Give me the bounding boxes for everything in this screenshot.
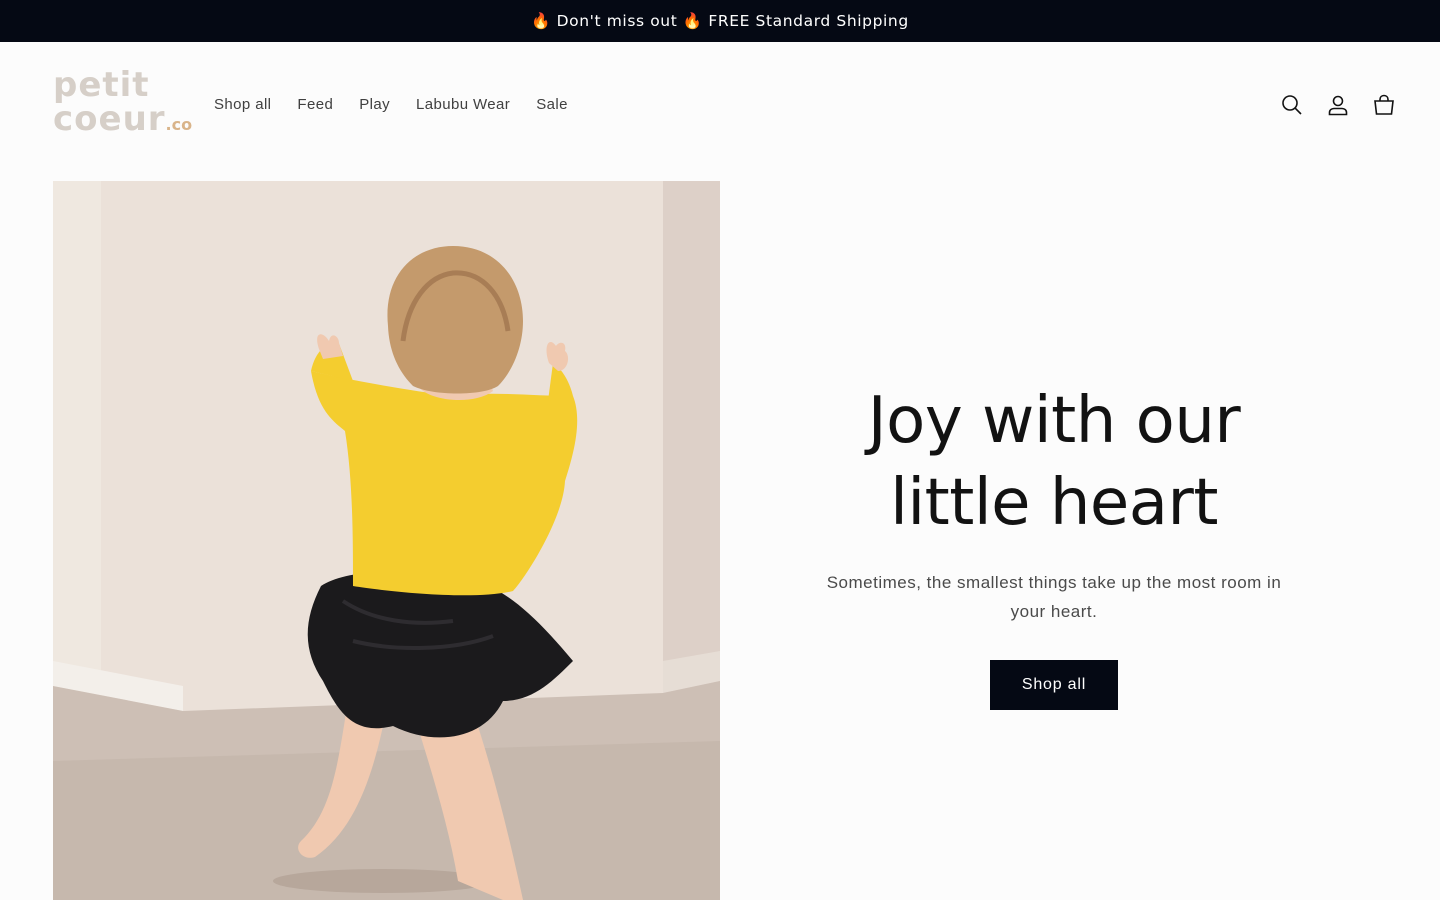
nav-item-shop-all[interactable]: Shop all bbox=[201, 92, 284, 118]
logo-suffix: .co bbox=[165, 115, 193, 134]
search-button[interactable] bbox=[1276, 89, 1308, 121]
hero-text-block: Joy with our little heart Sometimes, the… bbox=[790, 380, 1318, 710]
account-icon bbox=[1328, 95, 1348, 116]
nav-item-labubu-wear[interactable]: Labubu Wear bbox=[403, 92, 523, 118]
hero-photo-illustration bbox=[53, 181, 720, 900]
account-button[interactable] bbox=[1322, 89, 1354, 121]
logo-text-line2: coeur.co bbox=[53, 99, 193, 139]
search-icon bbox=[1282, 95, 1302, 115]
announcement-bar: 🔥 Don't miss out 🔥 FREE Standard Shippin… bbox=[0, 0, 1440, 42]
nav-item-play[interactable]: Play bbox=[346, 92, 403, 118]
header-icons bbox=[1276, 89, 1400, 121]
brand-logo[interactable]: petit coeur.co bbox=[53, 65, 193, 144]
nav-item-sale[interactable]: Sale bbox=[523, 92, 581, 118]
cart-icon bbox=[1374, 94, 1394, 115]
shop-all-button[interactable]: Shop all bbox=[990, 660, 1118, 710]
hero-title-line2: little heart bbox=[890, 466, 1218, 540]
logo-text-line1: petit bbox=[53, 65, 150, 105]
hero-title: Joy with our little heart bbox=[790, 380, 1318, 544]
nav-item-feed[interactable]: Feed bbox=[284, 92, 346, 118]
cart-button[interactable] bbox=[1368, 89, 1400, 121]
hero-image bbox=[53, 181, 720, 900]
site-header: petit coeur.co Shop all Feed Play Labubu… bbox=[0, 42, 1440, 168]
main-nav: Shop all Feed Play Labubu Wear Sale bbox=[201, 92, 581, 118]
hero-subtitle: Sometimes, the smallest things take up t… bbox=[826, 573, 1282, 621]
hero-title-line1: Joy with our bbox=[867, 384, 1241, 458]
announcement-text: 🔥 Don't miss out 🔥 FREE Standard Shippin… bbox=[531, 12, 909, 30]
